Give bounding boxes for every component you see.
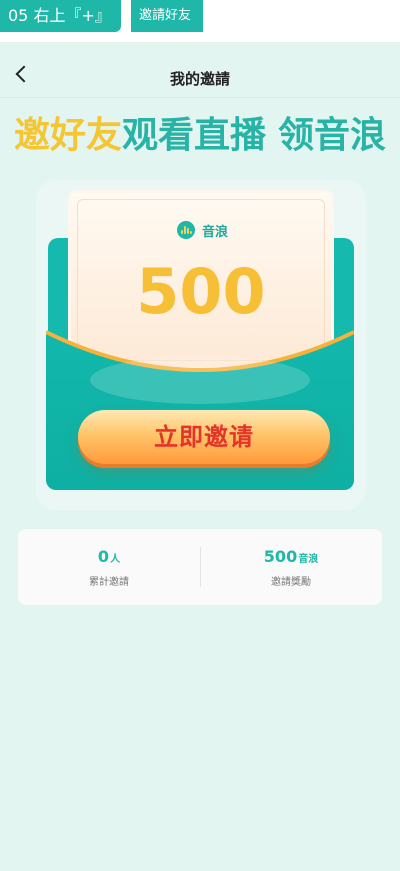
stat-reward: 500音浪 邀請獎勵: [200, 529, 382, 605]
stats-card: 0人 累計邀請 500音浪 邀請獎勵: [18, 529, 382, 605]
envelope-front: [46, 318, 354, 490]
promo-banner-title: 邀好友观看直播 领音浪: [0, 106, 400, 158]
currency-label: 音浪: [202, 225, 229, 240]
stat-invited-value: 0人: [97, 547, 121, 566]
stat-invited: 0人 累計邀請: [18, 529, 200, 605]
feature-annotation-tag: 邀請好友: [131, 0, 203, 32]
step-annotation-tag: 05 右上『+』: [0, 0, 121, 32]
stat-reward-label: 邀請獎勵: [271, 577, 311, 588]
banner-part-watch: 观看直播: [121, 115, 266, 156]
banner-part-reward: 领音浪: [278, 115, 387, 156]
stat-invited-label: 累計邀請: [89, 577, 129, 588]
invite-now-button[interactable]: 立即邀请: [78, 410, 330, 464]
annotation-strip: 05 右上『+』 邀請好友: [0, 0, 400, 42]
stat-reward-value: 500音浪: [263, 547, 319, 566]
page-title: 我的邀請: [169, 70, 230, 88]
banner-part-invite: 邀好友: [13, 115, 122, 156]
invite-page: 我的邀請 邀好友观看直播 领音浪 音浪 500 立即邀请 0人 累計邀請 500…: [0, 42, 400, 871]
navbar: 我的邀請: [0, 42, 400, 98]
sound-wave-coin-icon: [177, 221, 195, 239]
